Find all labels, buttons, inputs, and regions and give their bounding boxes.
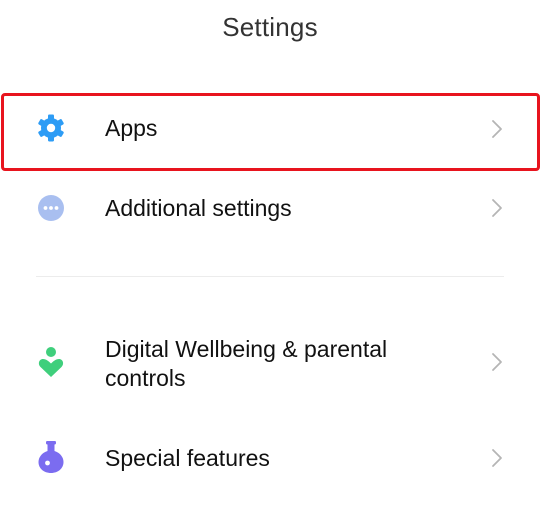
settings-item-label: Special features	[105, 445, 270, 471]
settings-item-special-features[interactable]: Special features	[0, 425, 540, 491]
settings-item-label-line1: Digital Wellbeing & parental	[105, 336, 388, 362]
section-divider	[36, 276, 504, 277]
settings-item-additional-settings[interactable]: Additional settings	[0, 175, 540, 241]
chevron-right-icon	[490, 119, 504, 139]
gear-icon	[36, 113, 66, 143]
chevron-right-icon	[490, 352, 504, 372]
more-dots-icon	[36, 193, 66, 223]
chevron-right-icon	[490, 198, 504, 218]
settings-item-label: Additional settings	[105, 195, 292, 221]
chevron-right-icon	[490, 448, 504, 468]
settings-item-label-line2: controls	[105, 365, 186, 391]
settings-item-label: Apps	[105, 115, 158, 141]
wellbeing-icon	[36, 346, 66, 377]
settings-item-digital-wellbeing[interactable]: Digital Wellbeing & parental controls	[0, 326, 540, 400]
settings-item-apps[interactable]: Apps	[0, 96, 540, 166]
page-title: Settings	[222, 12, 318, 42]
flask-icon	[36, 440, 66, 473]
